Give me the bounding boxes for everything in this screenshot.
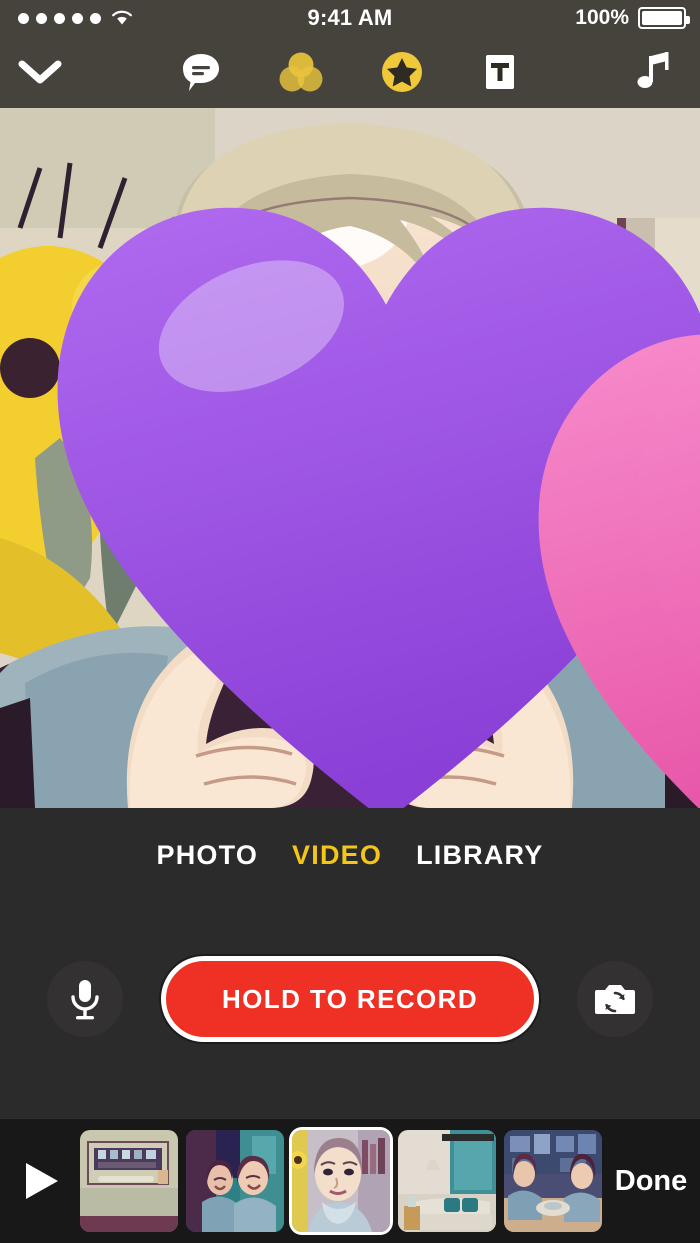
camera-flip-icon [595,985,635,1014]
status-bar: 9:41 AM 100% [0,0,700,36]
photo-preview[interactable] [0,108,700,808]
speech-bubble-icon [183,54,219,91]
hold-to-record-label: HOLD TO RECORD [221,983,478,1014]
mode-tab-library[interactable]: LIBRARY [416,840,543,871]
capture-controls-panel: PHOTO VIDEO LIBRARY HOLD TO RECORD [0,808,700,1118]
clip-filmstrip: Done [0,1118,700,1243]
clip-selfie-portrait[interactable] [292,1130,390,1232]
toolbar-tools [178,48,522,96]
filters-icon [279,52,323,92]
music-button[interactable] [628,46,680,98]
collapse-chevron-down-button[interactable] [12,44,68,100]
clip-two-friends[interactable] [186,1130,284,1232]
capture-row: HOLD TO RECORD [0,956,700,1042]
filters-button[interactable] [276,49,326,95]
text-tool-button[interactable] [478,49,522,95]
done-button[interactable]: Done [602,1165,700,1198]
app-screen: 9:41 AM 100% PHOTO VIDEO LIBRARY HOLD TO… [0,0,700,1243]
editor-toolbar [0,36,700,108]
clip-living-room[interactable] [398,1130,496,1232]
battery-icon [638,7,690,29]
star-badge-icon [382,52,422,92]
clip-thumbnails [80,1130,602,1232]
clip-street-scene[interactable] [80,1130,178,1232]
mode-tab-photo[interactable]: PHOTO [157,840,259,871]
chevron-down-icon [18,60,62,84]
music-note-icon [637,52,669,88]
text-box-icon [486,55,514,89]
mode-tab-video[interactable]: VIDEO [292,840,382,871]
stickers-button[interactable] [378,48,426,96]
microphone-icon [71,980,99,1020]
play-button[interactable] [0,1158,80,1204]
camera-flip-button[interactable] [577,961,653,1037]
hold-to-record-button[interactable]: HOLD TO RECORD [161,956,539,1042]
battery-percent-label: 100% [575,6,629,29]
status-bar-right: 100% [575,6,690,30]
microphone-button[interactable] [47,961,123,1037]
capture-mode-tabs: PHOTO VIDEO LIBRARY [0,808,700,871]
cartoon-filtered-photo [0,108,700,808]
clip-table-hangout[interactable] [504,1130,602,1232]
play-icon [26,1163,58,1199]
captions-button[interactable] [178,49,224,95]
